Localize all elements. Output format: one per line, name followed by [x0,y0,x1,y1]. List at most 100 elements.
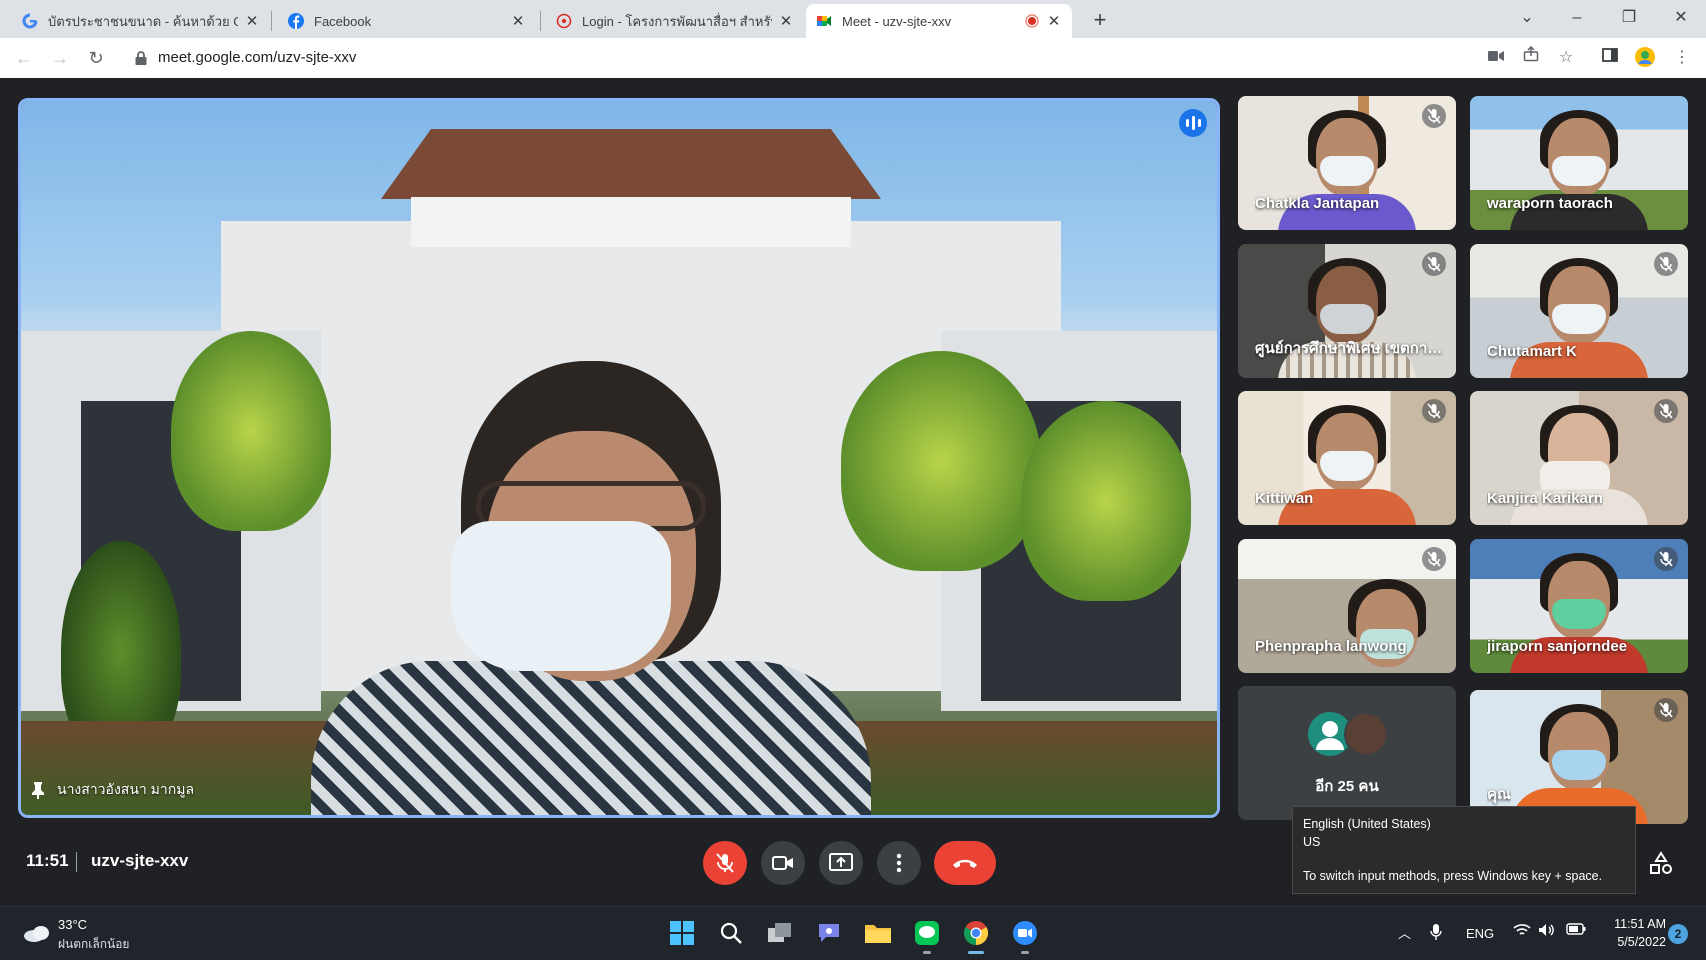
participant-name: Kittiwan [1255,490,1314,507]
mic-off-icon [1422,399,1446,423]
new-tab-button[interactable]: + [1086,7,1114,35]
battery-icon[interactable] [1566,923,1586,938]
participant-tile-self[interactable]: คุณ [1470,690,1688,824]
profile-avatar[interactable] [1633,46,1657,70]
back-button[interactable]: ← [10,44,38,72]
restore-button[interactable]: ❐ [1604,0,1654,38]
wifi-icon[interactable] [1513,923,1531,940]
close-icon[interactable]: ✕ [244,12,260,30]
line-app-button[interactable] [910,916,944,954]
activities-icon[interactable] [1648,851,1674,877]
tooltip-hint: To switch input methods, press Windows k… [1303,869,1603,883]
close-icon[interactable]: ✕ [778,12,794,30]
avatar [1344,712,1388,756]
participant-name: waraporn taorach [1487,195,1613,212]
cloud-rain-icon [24,926,49,942]
lock-icon[interactable] [134,50,148,66]
clock-date: 5/5/2022 [1617,935,1666,949]
task-view-icon [768,923,791,942]
divider [76,852,77,872]
present-screen-button[interactable] [819,841,863,885]
tab-separator [271,11,272,31]
taskbar-search-button[interactable] [714,916,748,950]
weather-condition: ฝนตกเล็กน้อย [58,937,130,951]
zoom-app-button[interactable] [1008,916,1042,954]
notification-badge[interactable]: 2 [1668,924,1688,944]
line-icon [915,921,939,945]
chat-icon [819,924,839,942]
windows-logo-icon [670,921,694,945]
tab-label: Login - โครงการพัฒนาสื่อฯ สำหรับผ [582,13,772,29]
mic-toggle-button[interactable] [703,841,747,885]
reload-button[interactable]: ↻ [82,44,110,72]
teams-chat-button[interactable] [812,916,846,950]
close-icon[interactable]: ✕ [1046,12,1062,30]
folder-icon [865,925,891,943]
leave-call-button[interactable] [934,841,996,885]
main-speaker-tile[interactable]: นางสาวอังสนา มากมูล [18,98,1220,818]
browser-tab-strip: บัตรประชาชนขนาด - ค้นหาด้วย Goo ✕ Facebo… [0,0,1706,38]
roof-graphic [381,129,881,199]
share-icon[interactable] [1519,45,1543,70]
speaking-indicator-icon[interactable] [1179,109,1207,137]
participant-tile[interactable]: jiraporn sanjorndee [1470,539,1688,673]
address-bar[interactable]: meet.google.com/uzv-sjte-xxv [124,42,1464,74]
participant-tile[interactable]: Kanjira Karikarn [1470,391,1688,525]
participant-name: คุณ [1487,786,1511,803]
palm-tree-graphic [171,331,331,531]
window-close-button[interactable]: ✕ [1656,0,1706,38]
taskbar-clock[interactable]: 11:51 AM 5/5/2022 [1596,915,1666,951]
others-tile[interactable]: อีก 25 คน [1238,686,1456,820]
more-options-button[interactable] [877,841,921,885]
side-panel-icon[interactable] [1598,46,1622,70]
tab-meet[interactable]: Meet - uzv-sjte-xxv ✕ [806,4,1072,38]
task-view-button[interactable] [763,916,797,950]
more-menu-icon[interactable]: ⋮ [1670,46,1694,70]
chrome-app-button[interactable] [959,916,993,954]
end-call-icon [953,859,977,868]
video-camera-icon [772,856,793,870]
participant-name: jiraporn sanjorndee [1487,638,1628,655]
close-icon[interactable]: ✕ [510,12,526,30]
camera-toggle-button[interactable] [761,841,805,885]
participant-tile[interactable]: Chatkla Jantapan [1238,96,1456,230]
tab-facebook[interactable]: Facebook ✕ [278,4,536,38]
forward-button[interactable]: → [46,44,74,72]
palm-tree-graphic [841,351,1041,571]
participant-tile[interactable]: Phenprapha lanwong [1238,539,1456,673]
main-speaker-label: นางสาวอังสนา มากมูล [31,779,194,801]
start-button[interactable] [665,916,699,950]
weather-widget[interactable]: 33°C ฝนตกเล็กน้อย [22,917,152,953]
palm-tree-graphic [1021,401,1191,601]
show-hidden-icons-chevron-icon[interactable]: ︿ [1398,923,1411,942]
mic-off-icon [1654,399,1678,423]
tab-search-chevron-icon[interactable]: ⌄ [1502,0,1552,38]
participant-tile[interactable]: waraporn taorach [1470,96,1688,230]
participant-tile[interactable]: ศูนย์การศึกษาพิเศษ เขตการ... [1238,244,1456,378]
weather-temp: 33°C [58,917,88,932]
participant-tile[interactable]: Kittiwan [1238,391,1456,525]
url-text: meet.google.com/uzv-sjte-xxv [158,49,357,66]
mic-off-icon [1422,252,1446,276]
more-vert-icon [896,853,902,873]
minimize-button[interactable]: – [1552,0,1602,38]
building-top-graphic [411,197,851,247]
tab-google-search[interactable]: บัตรประชาชนขนาด - ค้นหาด้วย Goo ✕ [12,4,270,38]
microphone-in-use-icon[interactable] [1430,923,1442,944]
tab-separator [540,11,541,31]
input-language-indicator[interactable]: ENG [1466,926,1494,941]
pin-icon[interactable] [31,781,45,799]
windows-taskbar: 33°C ฝนตกเล็กน้อย ︿ ENG 11:51 AM 5/5/202… [0,906,1706,960]
volume-icon[interactable] [1538,923,1556,940]
tab-label: บัตรประชาชนขนาด - ค้นหาด้วย Goo [48,13,238,29]
tab-login[interactable]: Login - โครงการพัฒนาสื่อฯ สำหรับผ ✕ [546,4,804,38]
file-explorer-button[interactable] [861,916,895,950]
bookmark-star-icon[interactable]: ☆ [1554,46,1578,70]
speaker-video [311,361,871,815]
mic-off-icon [1654,252,1678,276]
meeting-code[interactable]: uzv-sjte-xxv [91,851,188,871]
camera-in-use-icon[interactable] [1484,46,1508,70]
participant-name: Chutamart K [1487,343,1578,360]
participant-tile[interactable]: Chutamart K [1470,244,1688,378]
login-site-icon [556,13,572,29]
